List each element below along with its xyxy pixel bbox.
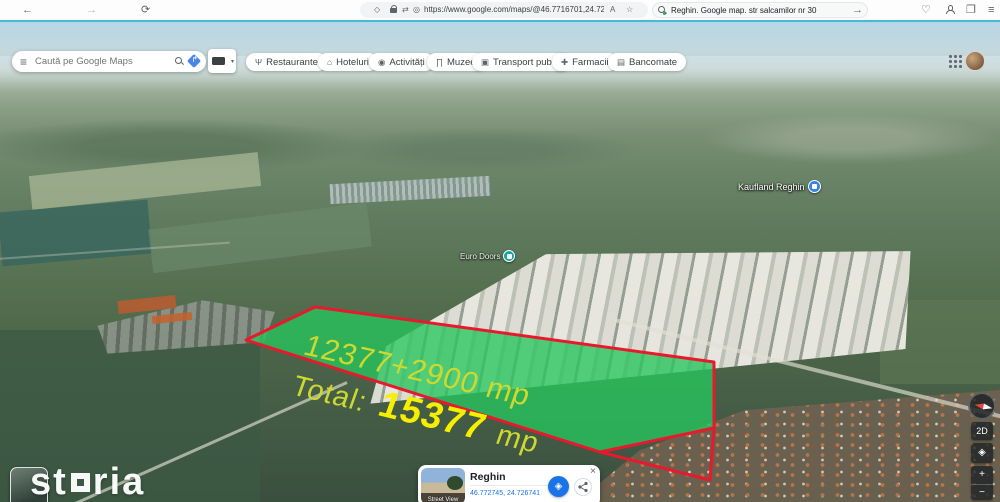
search-query-text[interactable]: Reghin. Google map. str salcamilor nr 30 — [671, 6, 841, 15]
location-info-card: Street View Reghin 46.772745, 24.726741 … — [418, 465, 600, 502]
street-view-label: Street View — [421, 497, 465, 502]
industrial-warehouses — [344, 210, 923, 416]
field — [148, 203, 372, 273]
close-icon[interactable]: × — [590, 467, 596, 477]
parcel-total-prefix: Total: — [288, 370, 372, 418]
collections-icon[interactable]: ❐ — [966, 3, 976, 17]
tab-swap-icon[interactable]: ⇄ — [402, 5, 409, 14]
chip-label: Bancomate — [629, 57, 677, 68]
poi-factory-label: Euro Doors — [460, 252, 500, 261]
card-coordinates: 46.772745, 24.726741 — [470, 490, 540, 497]
browser-menu-icon[interactable]: ≡ — [988, 3, 994, 17]
street-view-thumbnail[interactable]: Street View — [421, 468, 465, 502]
compass-control[interactable] — [968, 392, 996, 420]
chip-label: Transport public — [493, 57, 561, 68]
watermark-square-o — [71, 473, 90, 492]
restaurant-icon: Ψ — [255, 57, 262, 67]
share-icon — [575, 479, 591, 495]
zoom-in-button[interactable]: + — [971, 466, 993, 484]
look-around-button[interactable]: ◈ — [971, 443, 993, 463]
google-apps-grid-icon[interactable] — [948, 54, 962, 68]
profile-icon[interactable] — [945, 5, 954, 14]
hotel-icon: ⌂ — [327, 57, 332, 67]
star-bookmark-icon[interactable]: ☆ — [626, 5, 633, 14]
maps-search-input[interactable] — [33, 55, 169, 68]
poi-kaufland[interactable]: Kaufland Reghin — [738, 180, 821, 193]
url-text[interactable]: https://www.google.com/maps/@46.7716701,… — [424, 5, 604, 14]
solar-panels — [330, 176, 491, 204]
directions-arrow-icon: ↱ — [191, 55, 198, 64]
watermark-text: st — [30, 463, 68, 501]
reload-icon[interactable]: ⟳ — [141, 3, 150, 17]
residential-area — [560, 390, 1000, 502]
pharmacy-cross-icon: ✚ — [561, 57, 568, 68]
chip-label: Activități — [389, 57, 424, 68]
keyboard-icon — [212, 57, 225, 65]
camera-icon: ◉ — [378, 57, 385, 68]
thumbnail-tree — [447, 476, 463, 490]
browser-search-box[interactable]: Reghin. Google map. str salcamilor nr 30 — [652, 2, 868, 18]
map-canvas[interactable]: 12377+2900 mp Total: 15377 mp Kaufland R… — [0, 22, 1000, 502]
maps-search-icon[interactable] — [175, 57, 181, 66]
translate-icon[interactable]: A — [610, 5, 615, 14]
card-directions-button[interactable]: ◈ — [548, 476, 569, 497]
card-share-button[interactable] — [574, 478, 592, 496]
site-permissions-icon[interactable]: ◎ — [413, 5, 420, 14]
poi-kaufland-label: Kaufland Reghin — [738, 182, 805, 192]
watermark-text: ria — [93, 463, 145, 501]
screen: ← → ⟳ ◇ ⇄ ◎ https://www.google.com/maps/… — [0, 0, 1000, 502]
zoom-out-button[interactable]: − — [971, 484, 993, 500]
maps-search-box[interactable]: ≡ ↱ — [12, 51, 206, 72]
maps-menu-icon[interactable]: ≡ — [20, 55, 27, 69]
bus-icon: ▣ — [481, 57, 489, 68]
compass-needle-icon — [974, 401, 993, 411]
museum-icon: ∏ — [436, 57, 443, 67]
road — [0, 242, 230, 261]
search-status-dot — [663, 12, 666, 15]
chevron-down-icon[interactable]: ▾ — [231, 58, 234, 65]
forward-icon[interactable]: → — [86, 3, 97, 17]
go-arrow-icon[interactable]: → — [852, 3, 863, 17]
field — [29, 152, 261, 210]
chip-restaurants[interactable]: Ψ Restaurante — [246, 53, 327, 71]
chip-label: Farmacii — [572, 57, 608, 68]
tracking-shield-icon[interactable]: ◇ — [374, 5, 380, 14]
lock-icon — [390, 8, 397, 13]
keyboard-extension-button[interactable]: ▾ — [208, 49, 236, 73]
atm-card-icon: ▤ — [617, 57, 625, 68]
shopping-pin-icon[interactable] — [808, 180, 821, 193]
browser-toolbar: ← → ⟳ ◇ ⇄ ◎ https://www.google.com/maps/… — [0, 0, 1000, 20]
forest-blob — [0, 118, 370, 174]
poi-factory[interactable]: Euro Doors — [460, 250, 515, 262]
factory-pin-icon[interactable] — [503, 250, 515, 262]
far-town — [700, 114, 1000, 164]
back-icon[interactable]: ← — [22, 3, 33, 17]
parcel-total-suffix: mp — [492, 419, 544, 459]
storia-watermark: stria — [30, 463, 145, 501]
field — [0, 200, 152, 267]
favorites-icon[interactable]: ♡ — [921, 3, 931, 17]
address-bar[interactable]: ◇ ⇄ ◎ https://www.google.com/maps/@46.77… — [360, 2, 648, 18]
forest-blob — [320, 128, 640, 172]
chip-label: Restaurante — [266, 57, 318, 68]
chip-atms[interactable]: ▤ Bancomate — [608, 53, 686, 71]
directions-button[interactable]: ↱ — [187, 54, 198, 69]
chip-label: Hoteluri — [336, 57, 369, 68]
card-divider — [470, 485, 548, 486]
2d-mode-button[interactable]: 2D — [971, 422, 993, 440]
chip-activities[interactable]: ◉ Activități — [369, 53, 434, 71]
factory-buildings — [96, 293, 278, 359]
account-avatar[interactable] — [965, 51, 985, 71]
card-title: Reghin — [470, 471, 506, 483]
